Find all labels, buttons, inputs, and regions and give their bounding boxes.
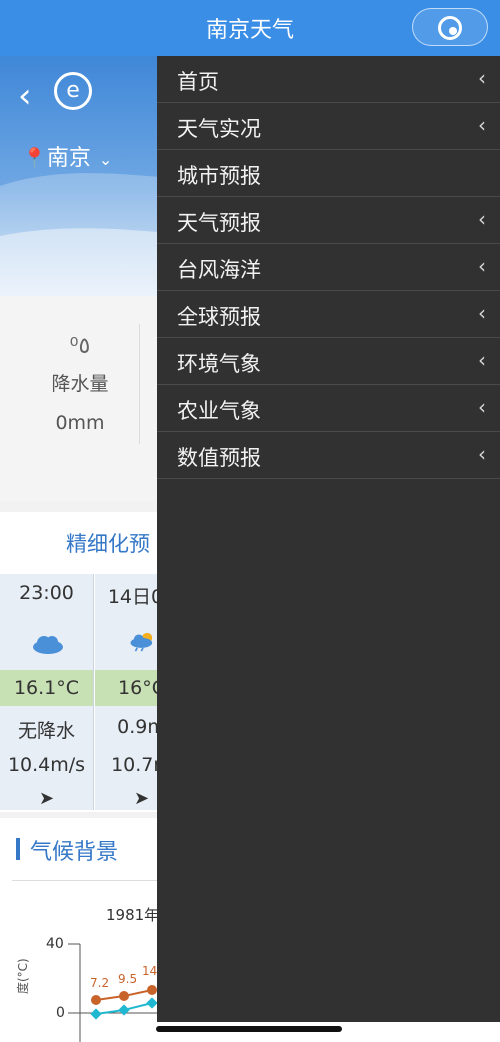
chevron-left-icon: ‹ — [478, 442, 486, 466]
chevron-left-icon: ‹ — [478, 66, 486, 90]
menu-item-observation[interactable]: 天气实况 ‹ — [157, 103, 500, 150]
location-pin-icon: 📍 — [22, 146, 47, 170]
chevron-left-icon: ‹ — [478, 301, 486, 325]
menu-item-label: 城市预报 — [177, 164, 261, 188]
title-bar: 南京天气 — [0, 0, 500, 56]
rain-cloud-icon — [130, 632, 153, 652]
menu-item-label: 天气预报 — [177, 211, 261, 235]
chevron-left-icon: ‹ — [478, 254, 486, 278]
climate-period: 1981年- — [106, 906, 165, 924]
menu-item-global-forecast[interactable]: 全球预报 ‹ — [157, 291, 500, 338]
home-indicator[interactable] — [156, 1026, 342, 1032]
cloudy-icon — [33, 636, 63, 654]
navigation-menu: 首页 ‹ 天气实况 ‹ 城市预报 天气预报 ‹ 台风海洋 ‹ 全球预报 ‹ 环境… — [157, 56, 500, 1022]
weather-logo-icon: e — [54, 72, 92, 110]
menu-item-label: 首页 — [177, 70, 219, 94]
menu-item-label: 数值预报 — [177, 446, 261, 470]
back-button[interactable]: ‹ — [18, 76, 32, 116]
menu-item-numerical-forecast[interactable]: 数值预报 ‹ — [157, 432, 500, 479]
chevron-left-icon: ‹ — [478, 113, 486, 137]
point-label: 9.5 — [118, 972, 138, 986]
close-target-icon[interactable] — [438, 16, 462, 40]
rain-label: 降水量 — [51, 373, 109, 395]
point-label: 7.2 — [90, 976, 110, 990]
forecast-temp: 16.1°C — [0, 670, 93, 706]
menu-item-label: 全球预报 — [177, 305, 261, 329]
rain-stat: ⁰٥ 降水量 0mm — [20, 334, 140, 434]
menu-item-city-forecast[interactable]: 城市预报 — [157, 150, 500, 197]
menu-item-label: 环境气象 — [177, 352, 261, 376]
forecast-time: 23:00 — [19, 582, 74, 604]
forecast-wind: 10.4m/s — [7, 754, 86, 776]
menu-item-home[interactable]: 首页 ‹ — [157, 56, 500, 103]
chevron-left-icon: ‹ — [478, 395, 486, 419]
climate-title: 气候背景 — [30, 840, 119, 865]
section-accent-bar — [16, 838, 20, 860]
menu-item-environment[interactable]: 环境气象 ‹ — [157, 338, 500, 385]
climate-chart — [68, 943, 160, 1042]
wind-direction-icon: ➤ — [38, 788, 55, 809]
chevron-left-icon: ‹ — [478, 207, 486, 231]
stat-divider — [139, 324, 140, 444]
mini-program-capsule-button[interactable] — [412, 8, 488, 46]
menu-item-agriculture[interactable]: 农业气象 ‹ — [157, 385, 500, 432]
city-selector[interactable]: 📍南京 ⌄ — [22, 140, 112, 172]
rain-value: 0mm — [55, 412, 105, 434]
forecast-column: 23:00 16.1°C 无降水 10.4m/s ➤ — [0, 574, 94, 810]
forecast-rain: 无降水 — [17, 720, 75, 742]
chevron-left-icon: ‹ — [478, 348, 486, 372]
menu-item-label: 农业气象 — [177, 399, 261, 423]
menu-item-label: 台风海洋 — [177, 258, 261, 282]
chevron-down-icon: ⌄ — [98, 150, 113, 169]
forecast-title: 精细化预 — [66, 532, 150, 556]
menu-item-weather-forecast[interactable]: 天气预报 ‹ — [157, 197, 500, 244]
water-drops-icon: ⁰٥ — [69, 334, 93, 359]
city-name: 南京 — [46, 146, 91, 171]
menu-item-typhoon-ocean[interactable]: 台风海洋 ‹ — [157, 244, 500, 291]
menu-item-label: 天气实况 — [177, 117, 261, 141]
